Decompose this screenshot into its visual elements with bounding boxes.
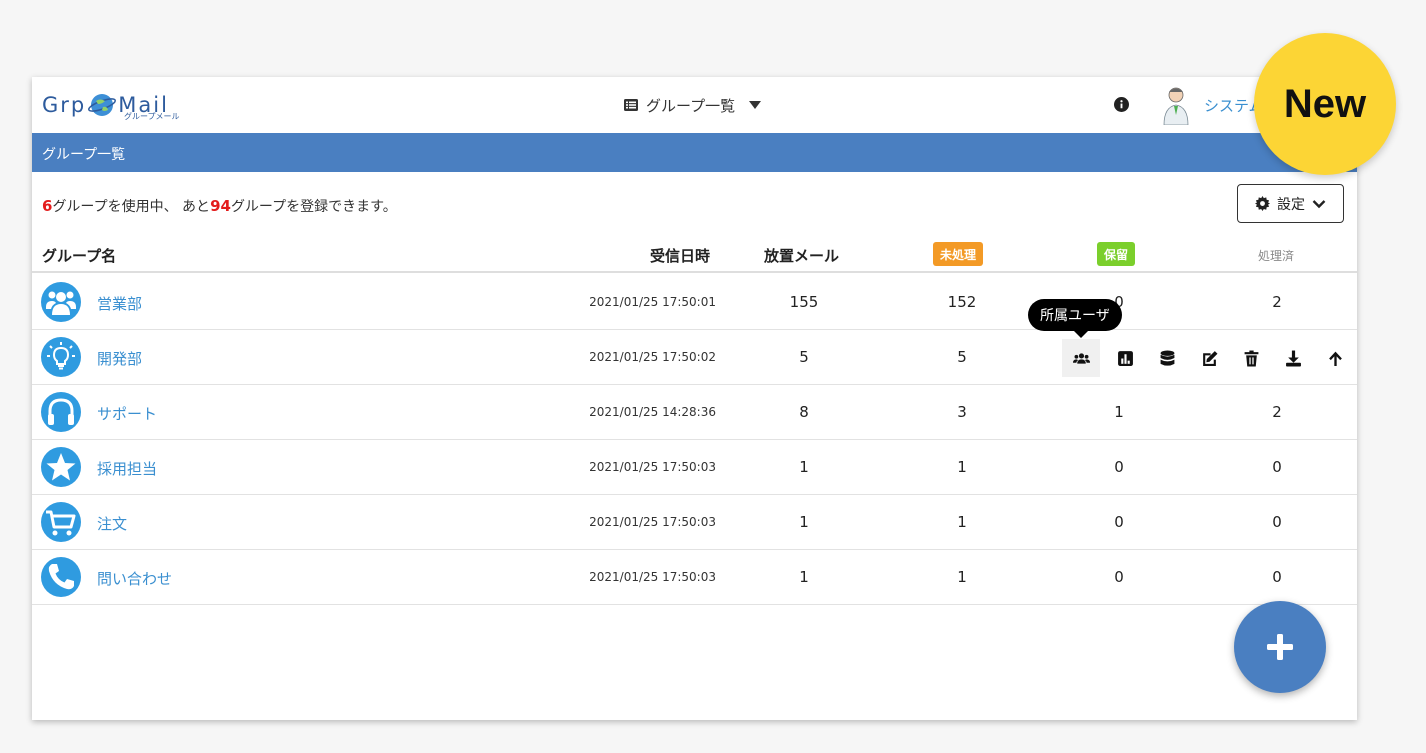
database-icon xyxy=(1160,350,1174,366)
lightbulb-icon xyxy=(41,337,81,377)
cart-icon xyxy=(41,502,81,542)
logo-text-left: Grp xyxy=(42,93,87,117)
group-name-link[interactable]: 営業部 xyxy=(97,293,142,314)
download-button[interactable] xyxy=(1272,339,1314,377)
col-hold-badge[interactable]: 保留 xyxy=(1097,242,1136,266)
unprocessed-count: 5 xyxy=(957,348,967,366)
used-count: 6 xyxy=(42,197,53,215)
received-date: 2021/01/25 17:50:01 xyxy=(589,295,716,309)
delete-button[interactable] xyxy=(1230,339,1272,377)
remaining-text: グループを登録できます。 xyxy=(230,199,397,215)
gear-icon xyxy=(1255,196,1270,211)
hold-count: 0 xyxy=(1114,513,1124,531)
phone-icon xyxy=(41,557,81,597)
idle-count: 5 xyxy=(799,348,809,366)
settings-label: 設定 xyxy=(1277,196,1305,213)
app-window: Grp Mail グループメール グループ一覧 システム グループ一覧 6グルー… xyxy=(32,77,1357,720)
globe-icon xyxy=(88,94,117,116)
col-group-name[interactable]: グループ名 xyxy=(42,245,116,266)
users-button[interactable] xyxy=(1062,339,1100,377)
people-icon xyxy=(41,282,81,322)
done-count: 0 xyxy=(1272,513,1282,531)
received-date: 2021/01/25 17:50:02 xyxy=(589,350,716,364)
table-header: グループ名 受信日時 放置メール 未処理 保留 処理済 xyxy=(32,233,1357,273)
info-icon[interactable] xyxy=(1114,97,1129,112)
table-row[interactable]: 営業部 2021/01/25 17:50:01 155 152 0 2 xyxy=(32,275,1357,330)
used-text: グループを使用中、 あと xyxy=(52,199,211,215)
stats-button[interactable] xyxy=(1104,339,1146,377)
received-date: 2021/01/25 14:28:36 xyxy=(589,405,716,419)
settings-button[interactable]: 設定 xyxy=(1237,184,1344,223)
received-date: 2021/01/25 17:50:03 xyxy=(589,515,716,529)
hold-count: 1 xyxy=(1114,403,1124,421)
group-nav-dropdown[interactable]: グループ一覧 xyxy=(624,94,762,116)
col-done[interactable]: 処理済 xyxy=(1258,247,1294,264)
edit-button[interactable] xyxy=(1188,339,1230,377)
new-badge: New xyxy=(1254,33,1396,175)
unprocessed-count: 1 xyxy=(957,458,967,476)
users-icon xyxy=(1072,352,1090,364)
group-name-link[interactable]: 開発部 xyxy=(97,348,142,369)
add-group-button[interactable] xyxy=(1234,601,1326,693)
table-row[interactable]: 採用担当 2021/01/25 17:50:03 1 1 0 0 xyxy=(32,440,1357,495)
unprocessed-count: 3 xyxy=(957,403,967,421)
download-icon xyxy=(1285,350,1301,366)
edit-icon xyxy=(1202,350,1217,366)
idle-count: 1 xyxy=(799,568,809,586)
received-date: 2021/01/25 17:50:03 xyxy=(589,460,716,474)
idle-count: 8 xyxy=(799,403,809,421)
done-count: 0 xyxy=(1272,568,1282,586)
unprocessed-count: 1 xyxy=(957,568,967,586)
trash-icon xyxy=(1244,350,1258,366)
unprocessed-count: 152 xyxy=(947,293,977,311)
arrow-up-icon xyxy=(1328,351,1342,366)
caret-down-icon xyxy=(749,101,762,109)
top-bar: Grp Mail グループメール グループ一覧 システム xyxy=(32,77,1357,133)
tooltip: 所属ユーザ xyxy=(1028,299,1122,338)
table-row[interactable]: 注文 2021/01/25 17:50:03 1 1 0 0 xyxy=(32,495,1357,550)
usage-summary: 6グループを使用中、 あと94グループを登録できます。 xyxy=(42,196,397,216)
col-idle[interactable]: 放置メール xyxy=(764,245,839,266)
chevron-down-icon xyxy=(1312,199,1326,208)
col-received[interactable]: 受信日時 xyxy=(650,245,710,266)
remaining-count: 94 xyxy=(210,197,231,215)
group-name-link[interactable]: 採用担当 xyxy=(97,458,157,479)
unprocessed-count: 1 xyxy=(957,513,967,531)
done-count: 2 xyxy=(1272,293,1282,311)
storage-button[interactable] xyxy=(1146,339,1188,377)
page-title: グループ一覧 xyxy=(42,147,126,163)
group-name-link[interactable]: 注文 xyxy=(97,513,127,534)
group-name-link[interactable]: 問い合わせ xyxy=(97,568,172,589)
idle-count: 1 xyxy=(799,513,809,531)
group-name-link[interactable]: サポート xyxy=(97,403,157,424)
row-actions xyxy=(1062,339,1356,377)
idle-count: 155 xyxy=(789,293,819,311)
table-row[interactable]: 問い合わせ 2021/01/25 17:50:03 1 1 0 0 xyxy=(32,550,1357,605)
title-bar: グループ一覧 xyxy=(32,133,1357,172)
headphones-icon xyxy=(41,392,81,432)
idle-count: 1 xyxy=(799,458,809,476)
hold-count: 0 xyxy=(1114,568,1124,586)
chart-icon xyxy=(1117,350,1133,366)
plus-icon xyxy=(1267,634,1293,660)
move-up-button[interactable] xyxy=(1314,339,1356,377)
received-date: 2021/01/25 17:50:03 xyxy=(589,570,716,584)
done-count: 0 xyxy=(1272,458,1282,476)
logo-subtitle: グループメール xyxy=(124,112,180,121)
table-row[interactable]: サポート 2021/01/25 14:28:36 8 3 1 2 xyxy=(32,385,1357,440)
star-icon xyxy=(41,447,81,487)
logo[interactable]: Grp Mail グループメール xyxy=(42,87,180,123)
nav-label: グループ一覧 xyxy=(646,96,736,115)
col-unprocessed-badge[interactable]: 未処理 xyxy=(933,242,984,266)
list-icon xyxy=(624,99,638,111)
hold-count: 0 xyxy=(1114,458,1124,476)
user-avatar[interactable] xyxy=(1161,85,1191,125)
done-count: 2 xyxy=(1272,403,1282,421)
table-row[interactable]: 開発部 2021/01/25 17:50:02 5 5 xyxy=(32,330,1357,385)
